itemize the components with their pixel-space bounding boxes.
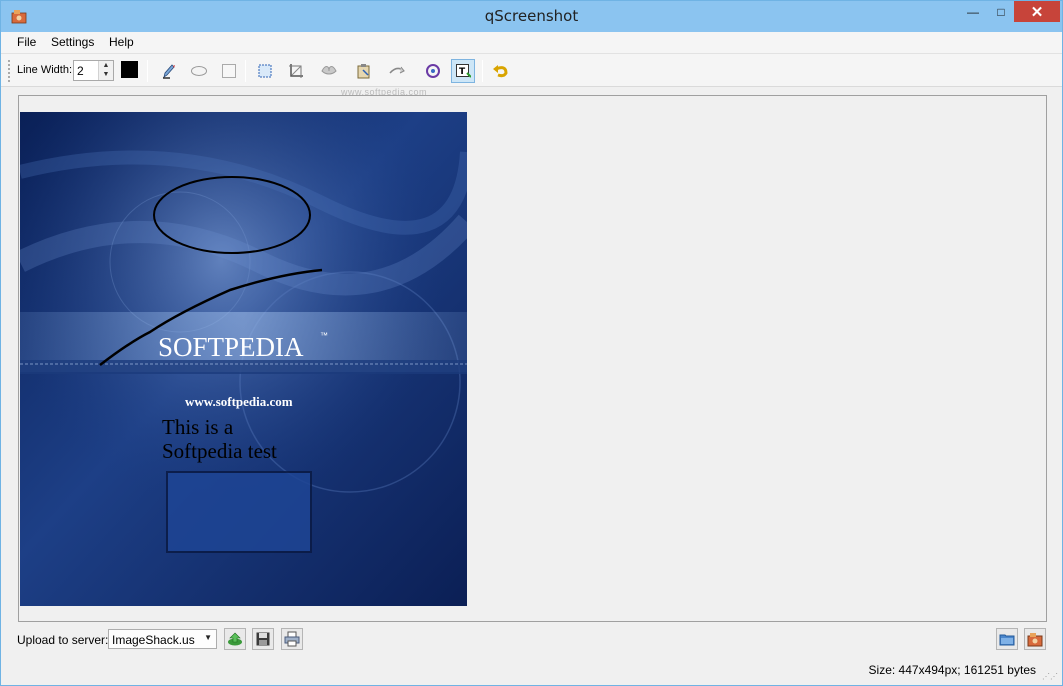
menu-settings[interactable]: Settings: [51, 35, 94, 49]
toolbar-grip[interactable]: [8, 60, 11, 82]
toolbar-separator: [147, 60, 148, 82]
crop-tool-button[interactable]: [284, 59, 308, 83]
text-icon: T: [456, 64, 471, 78]
ellipse-tool-button[interactable]: [187, 59, 211, 83]
canvas-area[interactable]: SOFTPEDIA ™ www.softpedia.com This is a …: [18, 95, 1047, 622]
paste-icon: [357, 64, 370, 79]
blur-tool-button[interactable]: [317, 59, 341, 83]
text-tool-button[interactable]: T: [451, 59, 475, 83]
resize-grip[interactable]: ⋰⋰: [1042, 673, 1058, 681]
save-button[interactable]: [252, 628, 274, 650]
app-window: qScreenshot — □ ✕ File Settings Help Lin…: [0, 0, 1063, 686]
upload-label: Upload to server:: [17, 633, 109, 647]
menu-help[interactable]: Help: [109, 35, 134, 49]
menu-file[interactable]: File: [17, 35, 36, 49]
pencil-icon: [163, 64, 175, 79]
select-area-icon: [258, 64, 272, 78]
color-swatch[interactable]: [121, 61, 138, 78]
title-bar[interactable]: qScreenshot — □ ✕: [1, 1, 1062, 32]
server-select-value[interactable]: ImageShack.us: [112, 633, 195, 647]
pencil-tool-button[interactable]: [157, 59, 181, 83]
trademark-mark: ™: [320, 331, 328, 340]
select-area-tool-button[interactable]: [253, 59, 277, 83]
server-select[interactable]: ImageShack.us ▼: [108, 629, 217, 649]
bottom-bar: Upload to server: ImageShack.us ▼: [1, 625, 1062, 655]
line-width-value[interactable]: 2: [77, 64, 84, 78]
line-width-spinbox[interactable]: 2 ▲ ▼: [73, 60, 114, 81]
undo-icon: [493, 65, 508, 78]
undo-button[interactable]: [489, 59, 513, 83]
window-title: qScreenshot: [484, 7, 579, 25]
rotate-tool-button[interactable]: [421, 59, 445, 83]
paste-tool-button[interactable]: [352, 59, 376, 83]
crop-icon: [289, 64, 303, 78]
close-button[interactable]: ✕: [1014, 1, 1060, 22]
blur-icon: [321, 66, 337, 75]
toolbar-separator: [482, 60, 483, 82]
capture-icon: [1027, 633, 1043, 647]
open-folder-icon: [999, 634, 1015, 646]
minimize-button[interactable]: —: [959, 1, 987, 22]
open-folder-button[interactable]: [996, 628, 1018, 650]
status-size-text: Size: 447x494px; 161251 bytes: [868, 663, 1036, 677]
print-icon: [284, 631, 300, 647]
maximize-button[interactable]: □: [987, 1, 1015, 22]
toolbar-separator: [245, 60, 246, 82]
toolbar: Line Width: 2 ▲ ▼ T www.softpedia.com: [1, 53, 1062, 97]
rectangle-tool-button[interactable]: [217, 59, 241, 83]
ellipse-icon: [191, 66, 207, 76]
softpedia-url-text: www.softpedia.com: [185, 394, 293, 409]
upload-icon: [228, 632, 242, 646]
chevron-down-icon: ▼: [204, 633, 212, 642]
spin-buttons[interactable]: ▲ ▼: [98, 61, 113, 80]
blur-rectangle[interactable]: [166, 471, 312, 553]
capture-button[interactable]: [1024, 628, 1046, 650]
save-icon: [256, 632, 270, 646]
print-button[interactable]: [281, 628, 303, 650]
svg-text:T: T: [459, 67, 466, 77]
rectangle-icon: [222, 64, 236, 78]
status-bar: Size: 447x494px; 161251 bytes ⋰⋰: [1, 657, 1062, 685]
menu-bar: File Settings Help: [1, 32, 1062, 53]
upload-button[interactable]: [224, 628, 246, 650]
arrow-icon: [389, 66, 405, 74]
arrow-tool-button[interactable]: [385, 59, 409, 83]
annotation-text-line2[interactable]: Softpedia test: [162, 439, 277, 463]
softpedia-brand-text: SOFTPEDIA: [158, 332, 304, 362]
line-width-label: Line Width:: [17, 64, 73, 76]
screenshot-image[interactable]: SOFTPEDIA ™ www.softpedia.com This is a …: [20, 112, 467, 606]
rotate-icon: [426, 64, 440, 78]
annotation-text-line1[interactable]: This is a: [162, 415, 234, 439]
